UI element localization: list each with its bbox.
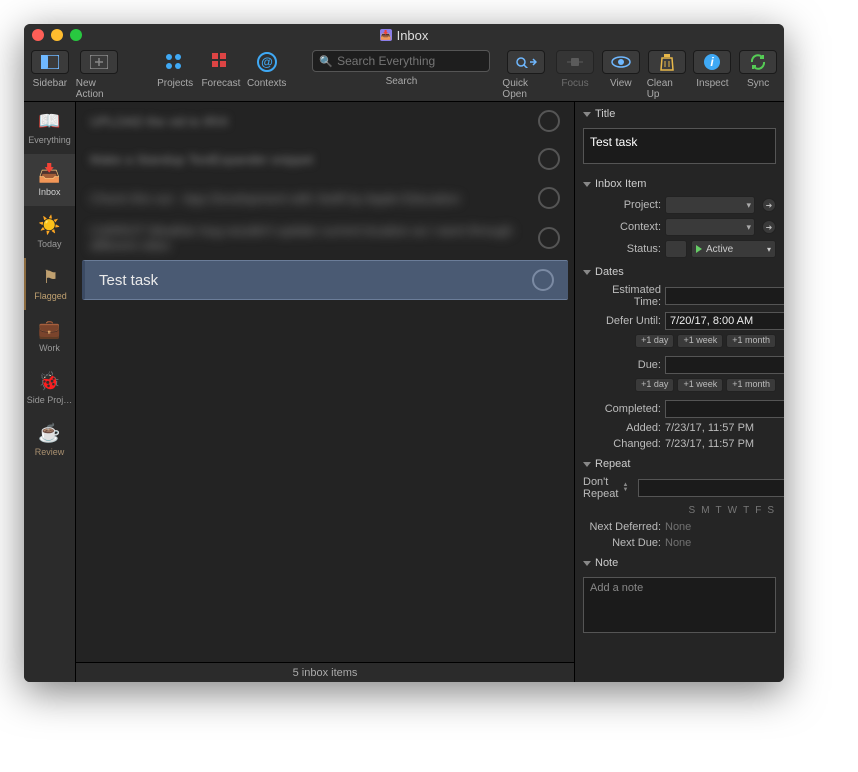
app-window: 📥 Inbox Sidebar New Action Projects Fore… <box>24 24 784 682</box>
forecast-button[interactable]: Forecast <box>201 50 241 89</box>
title-field[interactable]: Test task <box>583 128 776 164</box>
sidebar-item-side-projects[interactable]: 🐞Side Proj… <box>24 362 75 414</box>
repeat-field[interactable] <box>638 479 784 497</box>
context-goto-button[interactable]: ➜ <box>762 220 776 234</box>
context-dropdown[interactable]: ▾ <box>665 218 755 236</box>
coffee-icon: ☕ <box>38 423 60 444</box>
toolbar: Sidebar New Action Projects Forecast @ C… <box>24 46 784 102</box>
defer-plus-week-button[interactable]: +1 week <box>677 334 723 348</box>
quick-open-button[interactable]: Quick Open <box>502 50 549 100</box>
disclosure-icon <box>583 112 591 117</box>
due-field[interactable] <box>665 356 784 374</box>
repeat-days: SMTWTFS <box>575 502 784 519</box>
due-label: Due: <box>583 359 661 371</box>
section-inbox-item[interactable]: Inbox Item <box>575 172 784 194</box>
due-plus-month-button[interactable]: +1 month <box>726 378 776 392</box>
search-group: 🔍 Search <box>312 50 490 87</box>
due-plus-week-button[interactable]: +1 week <box>677 378 723 392</box>
view-button[interactable]: View <box>601 50 641 89</box>
note-field[interactable]: Add a note <box>583 577 776 633</box>
new-action-button[interactable]: New Action <box>76 50 123 100</box>
task-row[interactable]: UPLOAD the vid to IRIX <box>76 102 574 140</box>
defer-until-label: Defer Until: <box>583 315 661 327</box>
sidebar-item-everything[interactable]: 📖Everything <box>24 102 75 154</box>
sidebar-item-today[interactable]: ☀️Today <box>24 206 75 258</box>
task-row[interactable]: Check this out - App Development with Sw… <box>76 178 574 218</box>
completed-label: Completed: <box>583 403 661 415</box>
completed-field[interactable] <box>665 400 784 418</box>
sync-button[interactable]: Sync <box>738 50 778 89</box>
clean-up-button[interactable]: Clean Up <box>647 50 687 100</box>
project-goto-button[interactable]: ➜ <box>762 198 776 212</box>
next-due-value: None <box>665 537 691 549</box>
added-value: 7/23/17, 11:57 PM <box>665 422 754 434</box>
defer-plus-day-button[interactable]: +1 day <box>635 334 674 348</box>
briefcase-icon: 💼 <box>38 319 60 340</box>
book-icon: 📖 <box>38 111 60 132</box>
status-bar: 5 inbox items <box>76 662 574 682</box>
defer-until-field[interactable] <box>665 312 784 330</box>
task-checkbox[interactable] <box>538 187 560 209</box>
disclosure-icon <box>583 462 591 467</box>
window-title-text: Inbox <box>397 28 429 43</box>
status-label: Status: <box>583 243 661 255</box>
task-row[interactable]: CARROT Weather bug wouldn't update curre… <box>76 218 574 258</box>
search-icon: 🔍 <box>319 55 333 68</box>
sidebar-item-work[interactable]: 💼Work <box>24 310 75 362</box>
added-label: Added: <box>583 422 661 434</box>
project-label: Project: <box>583 199 661 211</box>
estimated-time-field[interactable] <box>665 287 784 305</box>
project-dropdown[interactable]: ▾ <box>665 196 755 214</box>
next-due-label: Next Due: <box>583 537 661 549</box>
perspectives-sidebar: 📖Everything 📥Inbox ☀️Today ⚑Flagged 💼Wor… <box>24 102 76 682</box>
task-checkbox[interactable] <box>532 269 554 291</box>
defer-plus-month-button[interactable]: +1 month <box>726 334 776 348</box>
flag-icon: ⚑ <box>42 267 58 288</box>
task-checkbox[interactable] <box>538 227 560 249</box>
section-note[interactable]: Note <box>575 551 784 573</box>
task-row[interactable]: Make a Standup TextExpander snippet <box>76 140 574 178</box>
window-title: 📥 Inbox <box>24 28 784 43</box>
task-checkbox[interactable] <box>538 148 560 170</box>
inspect-button[interactable]: i Inspect <box>692 50 732 89</box>
inspector-pane: Title Test task Inbox Item Project: ▾ ➜ Co… <box>574 102 784 682</box>
changed-value: 7/23/17, 11:57 PM <box>665 438 754 450</box>
task-row-selected[interactable]: Test task <box>82 260 568 300</box>
sidebar-item-review[interactable]: ☕Review <box>24 414 75 466</box>
inbox-icon: 📥 <box>38 163 60 184</box>
due-plus-day-button[interactable]: +1 day <box>635 378 674 392</box>
svg-text:@: @ <box>261 55 273 69</box>
disclosure-icon <box>583 182 591 187</box>
repeat-mode-popup[interactable]: Don't Repeat▲▼ <box>583 476 628 500</box>
estimated-time-label: Estimated Time: <box>583 284 661 308</box>
play-icon <box>696 245 702 253</box>
flag-toggle[interactable] <box>665 240 687 258</box>
task-list-pane: UPLOAD the vid to IRIX Make a Standup Te… <box>76 102 574 682</box>
inbox-icon: 📥 <box>380 29 392 41</box>
disclosure-icon <box>583 561 591 566</box>
task-title: Test task <box>99 272 520 289</box>
sidebar-item-inbox[interactable]: 📥Inbox <box>24 154 75 206</box>
disclosure-icon <box>583 270 591 275</box>
contexts-button[interactable]: @ Contexts <box>247 50 287 89</box>
search-input[interactable] <box>337 54 492 68</box>
sidebar-item-flagged[interactable]: ⚑Flagged <box>24 258 75 310</box>
next-deferred-label: Next Deferred: <box>583 521 661 533</box>
sun-icon: ☀️ <box>38 215 60 236</box>
context-label: Context: <box>583 221 661 233</box>
projects-button[interactable]: Projects <box>155 50 195 89</box>
section-dates[interactable]: Dates <box>575 260 784 282</box>
titlebar: 📥 Inbox <box>24 24 784 46</box>
status-dropdown[interactable]: Active▾ <box>691 240 776 258</box>
task-checkbox[interactable] <box>538 110 560 132</box>
next-deferred-value: None <box>665 521 691 533</box>
section-repeat[interactable]: Repeat <box>575 452 784 474</box>
changed-label: Changed: <box>583 438 661 450</box>
search-field[interactable]: 🔍 <box>312 50 490 72</box>
bug-icon: 🐞 <box>38 371 60 392</box>
sidebar-toggle-button[interactable]: Sidebar <box>30 50 70 89</box>
section-title[interactable]: Title <box>575 102 784 124</box>
focus-button[interactable]: Focus <box>555 50 595 89</box>
